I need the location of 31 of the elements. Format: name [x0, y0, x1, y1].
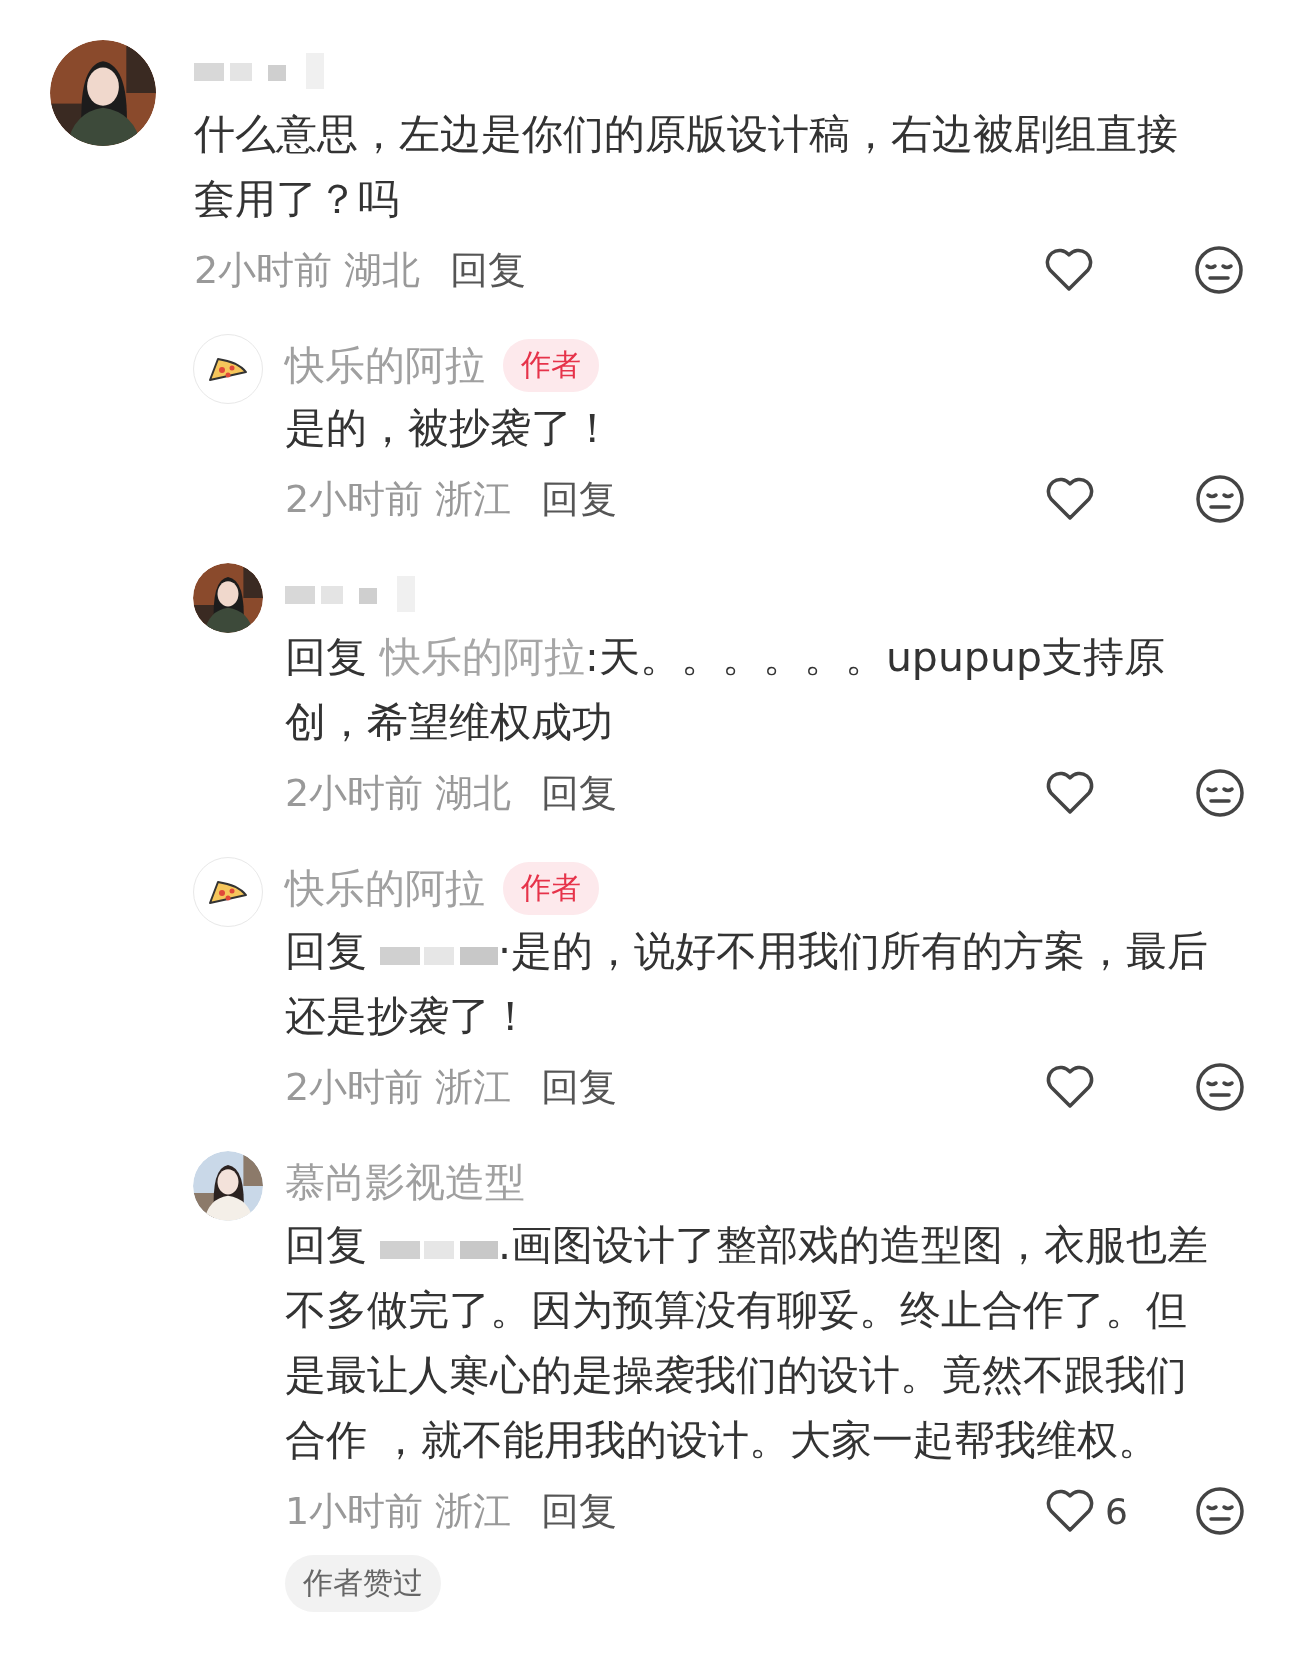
neutral-face-icon[interactable]: [1195, 1486, 1245, 1536]
like-count: 6: [1105, 1490, 1128, 1532]
reply-button[interactable]: 回复: [541, 767, 618, 819]
neutral-face-icon[interactable]: [1194, 245, 1244, 295]
pizza-icon: [208, 879, 248, 905]
author-tag: 作者: [503, 338, 599, 392]
heart-icon[interactable]: [1045, 771, 1095, 815]
author-tag: 作者: [503, 861, 599, 915]
reply-button[interactable]: 回复: [541, 1485, 618, 1537]
neutral-face-icon[interactable]: [1195, 474, 1245, 524]
time-location: 2小时前 湖北: [285, 769, 512, 817]
neutral-face-icon[interactable]: [1195, 768, 1245, 818]
comment-text: 是的，被抄袭了！: [285, 403, 614, 454]
comment-text: 回复 快乐的阿拉:天。。。。。。upupup支持原创，希望维权成功: [285, 632, 1166, 748]
time-location: 1小时前 浙江: [285, 1487, 512, 1535]
heart-icon[interactable]: [1045, 1489, 1095, 1533]
time-location: 2小时前 浙江: [285, 1063, 512, 1111]
comment-text: 回复 .画图设计了整部戏的造型图，衣服也差不多做完了。因为预算没有聊妥。终止合作了。但是最让人寒心的是操袭我们的设计。竟然不跟我们合作 ，就不能用我的设计。大家一起帮我维权。: [285, 1220, 1210, 1466]
heart-icon[interactable]: [1045, 477, 1095, 521]
liked-by-author-tag: 作者赞过: [285, 1555, 441, 1612]
heart-icon[interactable]: [1045, 1065, 1095, 1109]
time-location: 2小时前 湖北: [194, 246, 421, 294]
pizza-icon: [208, 356, 248, 382]
reply-button[interactable]: 回复: [450, 244, 527, 296]
heart-icon[interactable]: [1044, 248, 1094, 292]
comment-text: 回复 ·是的，说好不用我们所有的方案，最后还是抄袭了！: [285, 926, 1210, 1042]
reply-button[interactable]: 回复: [541, 1061, 618, 1113]
comment-text: 什么意思，左边是你们的原版设计稿，右边被剧组直接套用了？吗: [194, 109, 1179, 225]
reply-button[interactable]: 回复: [541, 473, 618, 525]
neutral-face-icon[interactable]: [1195, 1062, 1245, 1112]
time-location: 2小时前 浙江: [285, 475, 512, 523]
